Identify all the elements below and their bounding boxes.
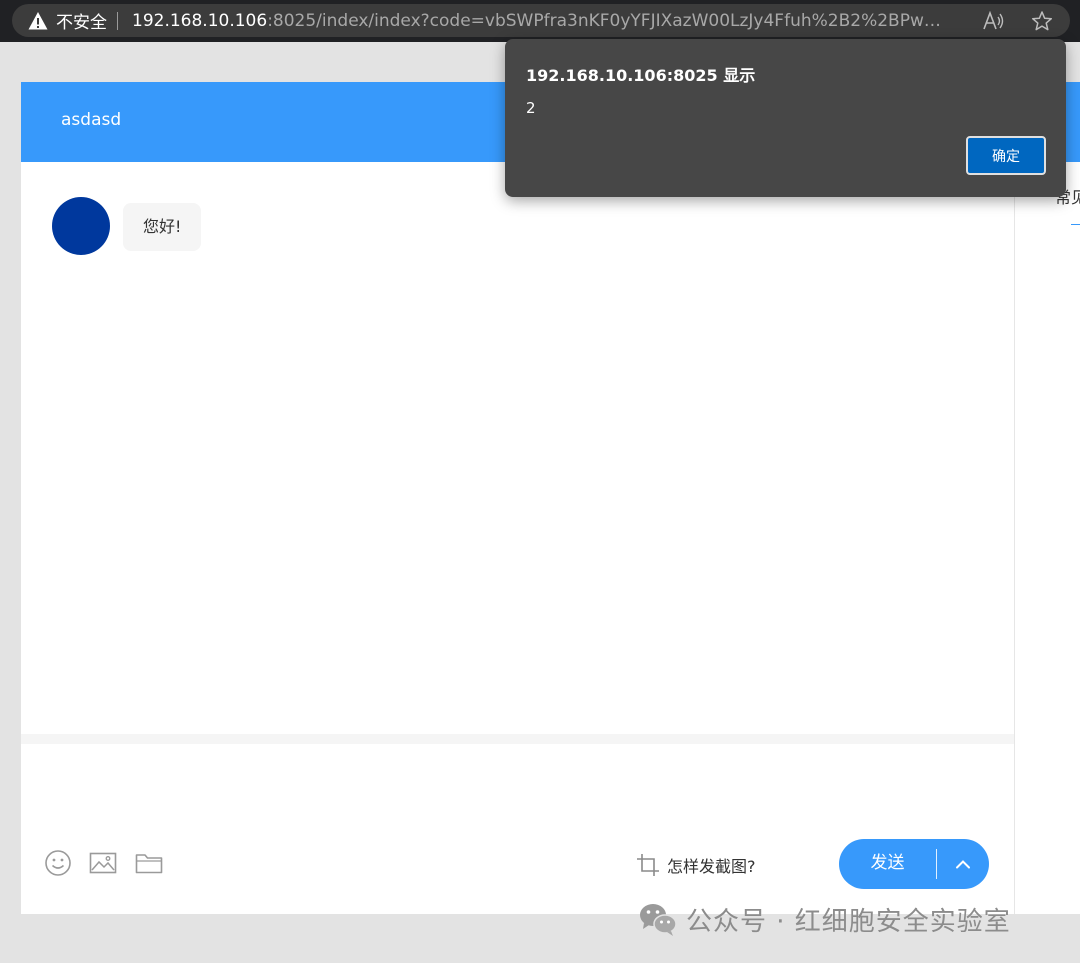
alert-ok-button[interactable]: 确定 [966,136,1046,175]
browser-toolbar: 不安全 192.168.10.106:8025/index/index?code… [0,0,1080,42]
emoji-icon[interactable] [44,849,72,877]
message-list[interactable]: 您好! [21,162,1014,744]
warning-icon[interactable] [28,11,48,31]
message-input[interactable] [21,664,1014,824]
message-bubble: 您好! [123,203,202,251]
crop-icon [637,854,659,876]
watermark-text: 公众号 · 红细胞安全实验室 [686,906,1011,937]
alert-title: 192.168.10.106:8025 显示 [526,66,756,85]
image-icon[interactable] [89,849,117,877]
url-path: :8025/index/index?code=vbSWPfra3nKF0yYFJ… [267,10,950,31]
screenshot-help-label: 怎样发截图? [667,857,756,876]
send-divider [936,849,937,879]
url-text[interactable]: 192.168.10.106:8025/index/index?code=vbS… [132,11,950,31]
chevron-up-icon [956,860,970,869]
url-divider [117,11,118,30]
send-options-button[interactable] [937,839,989,889]
chat-title: asdasd [61,110,122,130]
send-button[interactable]: 发送 [839,839,936,889]
read-aloud-icon[interactable] [982,10,1004,31]
favorite-star-icon[interactable] [1031,10,1053,32]
side-panel: 常见 [1014,162,1080,914]
address-bar[interactable]: 不安全 192.168.10.106:8025/index/index?code… [12,4,1070,37]
send-button-group: 发送 [839,839,989,889]
watermark: 公众号 · 红细胞安全实验室 [638,897,1011,941]
alert-message: 2 [526,99,536,117]
security-label[interactable]: 不安全 [56,8,107,33]
alert-dialog: 192.168.10.106:8025 显示 2 确定 [505,39,1066,197]
url-host: 192.168.10.106 [132,10,268,31]
folder-icon[interactable] [135,849,163,877]
avatar [52,197,110,255]
side-panel-tab-indicator [1071,224,1080,225]
screenshot-help-link[interactable]: 怎样发截图? [635,850,756,880]
chat-window: asdasd 您好! 常见 怎样发截图? 发送 [21,82,1080,914]
wechat-icon [640,904,677,936]
